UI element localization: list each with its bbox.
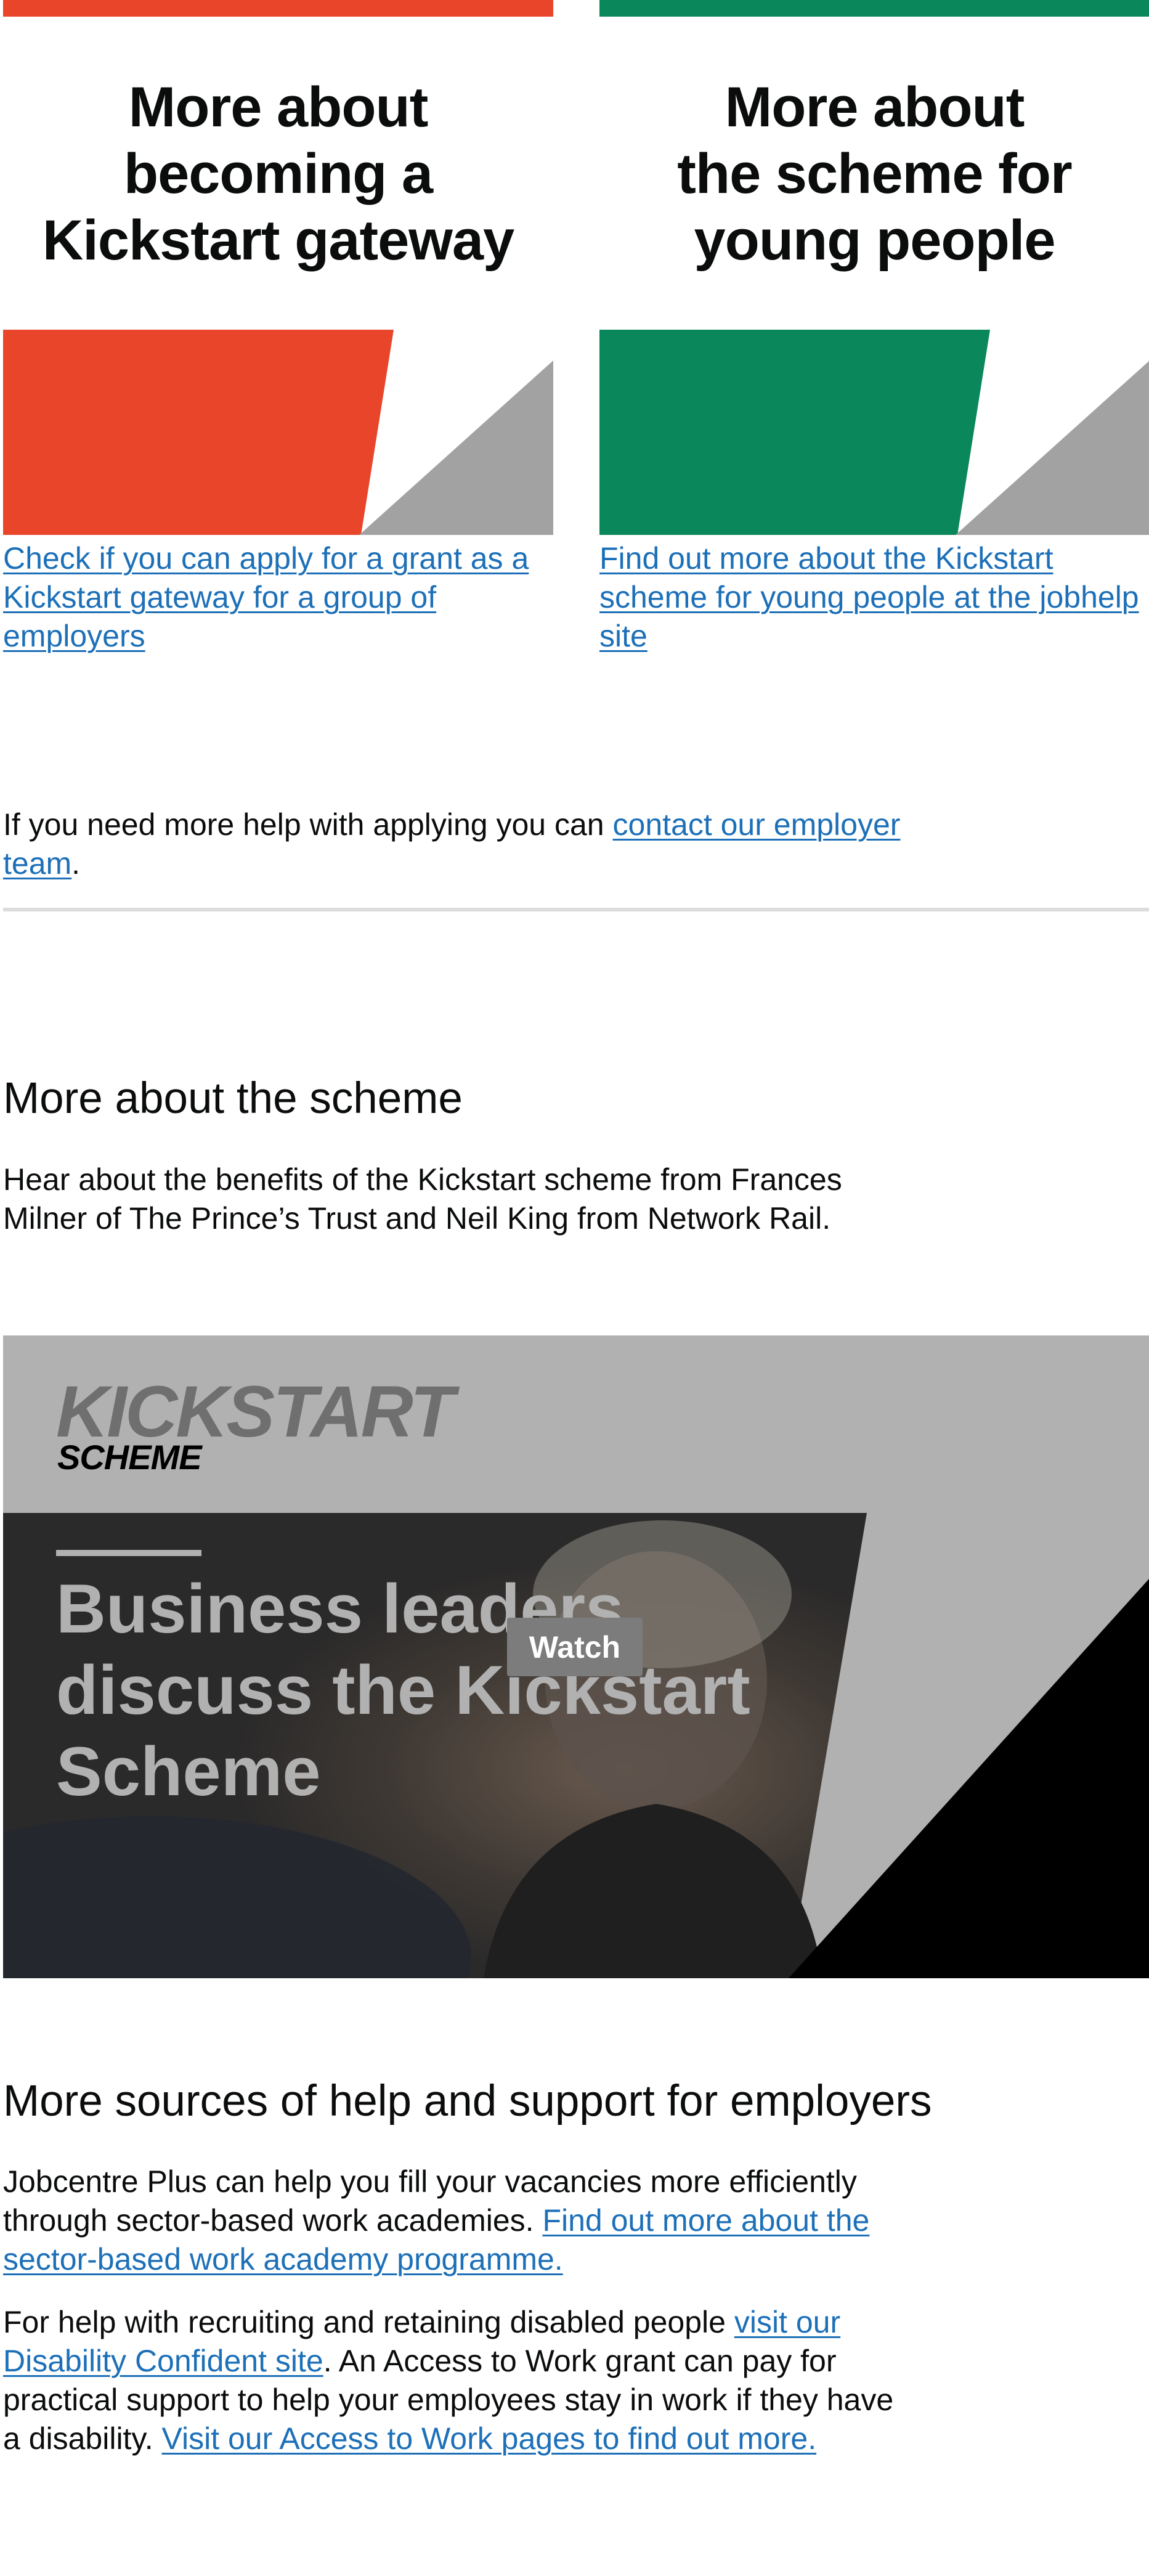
disability-paragraph: For help with recruiting and retaining d…	[3, 2303, 903, 2458]
scheme-description: Hear about the benefits of the Kickstart…	[3, 1162, 842, 1236]
card-decorative-shapes	[3, 330, 553, 535]
video-headline-line: discuss the Kickstart	[56, 1652, 750, 1729]
help-prefix: If you need more help with applying you …	[3, 807, 613, 842]
orange-shape	[3, 330, 394, 535]
section-divider	[3, 908, 1149, 911]
card-title: More about becoming a Kickstart gateway	[3, 74, 553, 274]
card-title-line: becoming a	[123, 142, 433, 205]
card-decorative-shapes	[599, 330, 1149, 535]
headline-rule	[56, 1550, 201, 1556]
card-title-line: young people	[694, 209, 1056, 272]
card-accent-bar	[599, 0, 1149, 17]
watch-button[interactable]: Watch	[507, 1618, 643, 1676]
help-text: If you need more help with applying you …	[3, 805, 903, 883]
jobhelp-link[interactable]: Find out more about the Kickstart scheme…	[599, 539, 1149, 656]
green-shape	[599, 330, 990, 535]
video-headline: Business leaders discuss the Kickstart S…	[56, 1568, 795, 1812]
kickstart-logo-subtitle: SCHEME	[57, 1438, 202, 1477]
support-heading: More sources of help and support for emp…	[3, 2077, 932, 2126]
card-title-line: More about	[725, 76, 1025, 139]
card-title-line: Kickstart gateway	[42, 209, 514, 272]
academy-paragraph: Jobcentre Plus can help you fill your va…	[3, 2162, 903, 2279]
card-title-line: More about	[128, 76, 429, 139]
card-title: More about the scheme for young people	[599, 74, 1149, 274]
card-accent-bar	[3, 0, 553, 17]
young-people-card: More about the scheme for young people F…	[599, 0, 1149, 653]
gateway-card: More about becoming a Kickstart gateway …	[3, 0, 553, 653]
card-title-line: the scheme for	[677, 142, 1072, 205]
grey-triangle	[359, 361, 553, 535]
help-suffix: .	[71, 846, 81, 881]
disability-prefix: For help with recruiting and retaining d…	[3, 2305, 734, 2339]
scheme-heading: More about the scheme	[3, 1074, 463, 1123]
gateway-grant-link[interactable]: Check if you can apply for a grant as a …	[3, 539, 553, 656]
access-to-work-link[interactable]: Visit our Access to Work pages to find o…	[162, 2421, 817, 2456]
grey-triangle	[956, 361, 1149, 535]
video-headline-line: Scheme	[56, 1733, 321, 1810]
